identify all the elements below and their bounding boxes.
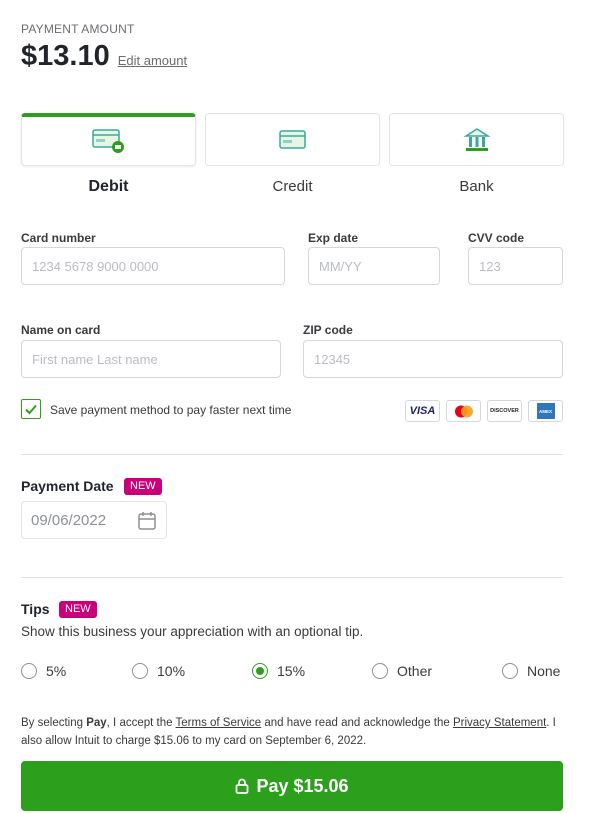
tip-option-label: None [527,663,561,679]
payment-date-title: Payment Date [21,478,114,494]
payment-date-value: 09/06/2022 [31,511,107,529]
tab-credit[interactable] [205,113,380,166]
amex-logo: AMEX [528,400,563,422]
payment-amount: $13.10 [21,40,110,72]
exp-date-label: Exp date [308,231,359,245]
tab-debit[interactable] [21,113,196,166]
name-on-card-label: Name on card [21,323,101,337]
visa-logo: VISA [405,400,440,422]
tip-option-label: 15% [277,663,306,679]
lock-icon [236,778,249,794]
pay-button-label: Pay $15.06 [256,775,349,796]
new-badge: NEW [124,478,162,495]
calendar-icon[interactable] [137,511,157,531]
tip-option-15[interactable]: 15% [252,663,305,679]
tips-title: Tips [21,601,50,617]
radio-button-selected[interactable] [252,663,268,679]
terms-of-service-link[interactable]: Terms of Service [176,717,262,729]
tip-option-10[interactable]: 10% [132,663,185,679]
divider [21,454,563,455]
cvv-input[interactable] [468,247,563,285]
zip-code-label: ZIP code [303,323,353,337]
tip-option-none[interactable]: None [502,663,560,679]
divider [21,577,563,578]
tip-option-other[interactable]: Other [372,663,432,679]
cvv-label: CVV code [468,231,525,245]
amount-row: $13.10 Edit amount [21,40,187,73]
tip-option-label: 10% [157,663,186,679]
card-number-input[interactable] [21,247,285,285]
payment-date-picker[interactable]: 09/06/2022 [21,501,167,539]
privacy-statement-link[interactable]: Privacy Statement [453,717,546,729]
tab-debit-label: Debit [88,178,129,195]
discover-logo: DISCOVER [487,400,522,422]
payment-amount-label: PAYMENT AMOUNT [21,22,135,36]
save-payment-checkbox[interactable] [21,399,41,419]
debit-card-icon [91,129,124,153]
tip-option-label: 5% [46,663,67,679]
legal-disclaimer: By selecting Pay, I accept the Terms of … [21,717,556,747]
exp-date-input[interactable] [308,247,440,285]
mastercard-logo [446,400,481,422]
tips-description: Show this business your appreciation wit… [21,624,364,639]
bank-icon [462,127,491,151]
tab-credit-label: Credit [272,178,313,195]
checkmark-icon [25,404,37,415]
pay-button[interactable]: Pay $15.06 [21,761,563,811]
card-number-label: Card number [21,231,96,245]
zip-code-input[interactable] [303,340,563,378]
edit-amount-link[interactable]: Edit amount [118,53,187,68]
save-payment-label: Save payment method to pay faster next t… [50,403,292,417]
credit-card-icon [278,129,306,149]
radio-button[interactable] [502,663,518,679]
tab-bank-label: Bank [459,178,494,195]
radio-button[interactable] [372,663,388,679]
tip-option-label: Other [397,663,433,679]
tab-bank[interactable] [389,113,564,166]
name-on-card-input[interactable] [21,340,281,378]
radio-button[interactable] [132,663,148,679]
new-badge: NEW [59,601,97,618]
radio-button[interactable] [21,663,37,679]
tip-option-5[interactable]: 5% [21,663,66,679]
